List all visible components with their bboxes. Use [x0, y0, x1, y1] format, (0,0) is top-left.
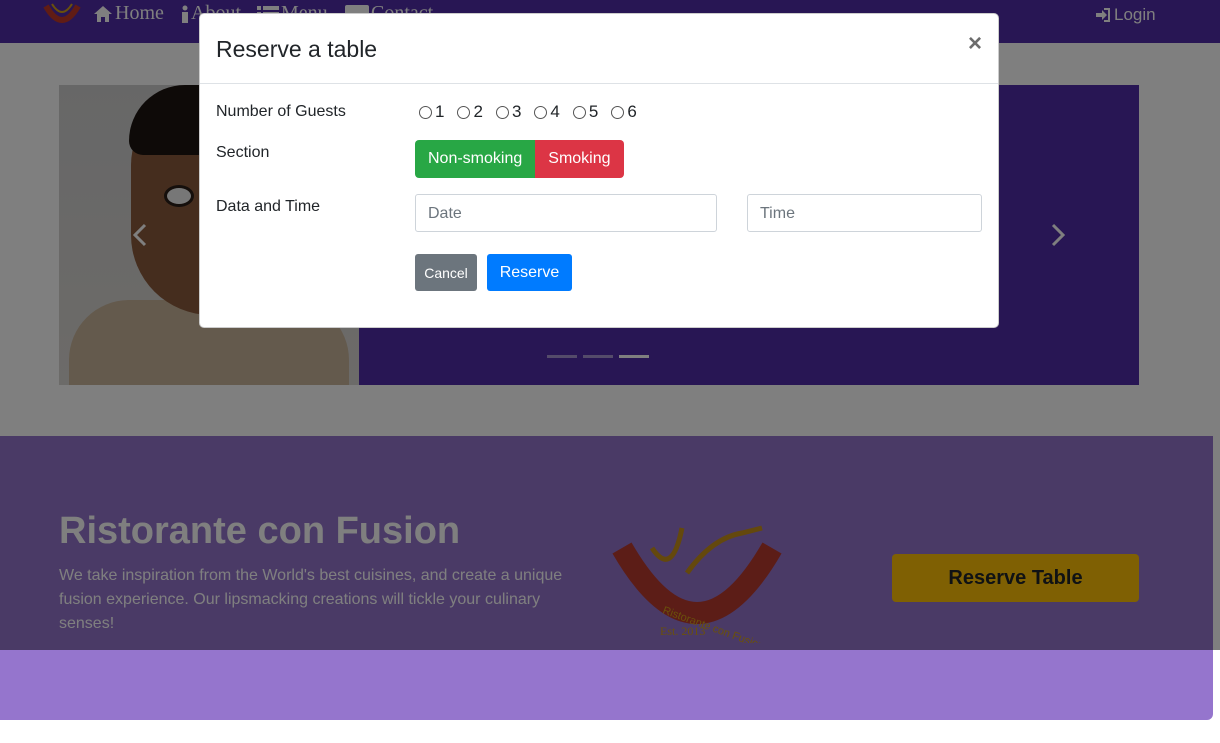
guests-radio-group: 1 2 3 4 5 6: [419, 102, 637, 122]
modal-title: Reserve a table: [216, 36, 378, 62]
radio-button[interactable]: [611, 105, 625, 119]
time-input[interactable]: Time: [747, 194, 982, 232]
non-smoking-button[interactable]: Non-smoking: [415, 140, 536, 178]
guest-option-1[interactable]: 1: [419, 102, 444, 122]
datetime-label: Data and Time: [216, 198, 321, 215]
guest-option-3[interactable]: 3: [495, 102, 521, 122]
cancel-button[interactable]: Cancel: [415, 254, 477, 291]
close-button[interactable]: ×: [968, 30, 982, 58]
reserve-button[interactable]: Reserve: [487, 254, 572, 291]
modal-header: Reserve a table ×: [200, 14, 998, 84]
guest-option-6[interactable]: 6: [611, 102, 637, 122]
guest-option-2[interactable]: 2: [457, 102, 483, 122]
radio-button[interactable]: [534, 105, 548, 119]
radio-button[interactable]: [572, 105, 586, 119]
smoking-button[interactable]: Smoking: [535, 140, 624, 178]
date-input[interactable]: Date: [415, 194, 717, 232]
reserve-modal: Reserve a table × Number of Guests 1 2 3…: [199, 13, 999, 328]
guests-label: Number of Guests: [216, 103, 346, 120]
radio-button[interactable]: [457, 105, 471, 119]
guest-option-5[interactable]: 5: [572, 102, 598, 122]
section-label: Section: [216, 144, 270, 161]
guest-option-4[interactable]: 4: [534, 102, 560, 122]
section-button-group: Non-smoking Smoking: [415, 140, 624, 178]
radio-button[interactable]: [495, 105, 509, 119]
radio-button[interactable]: [419, 105, 432, 119]
